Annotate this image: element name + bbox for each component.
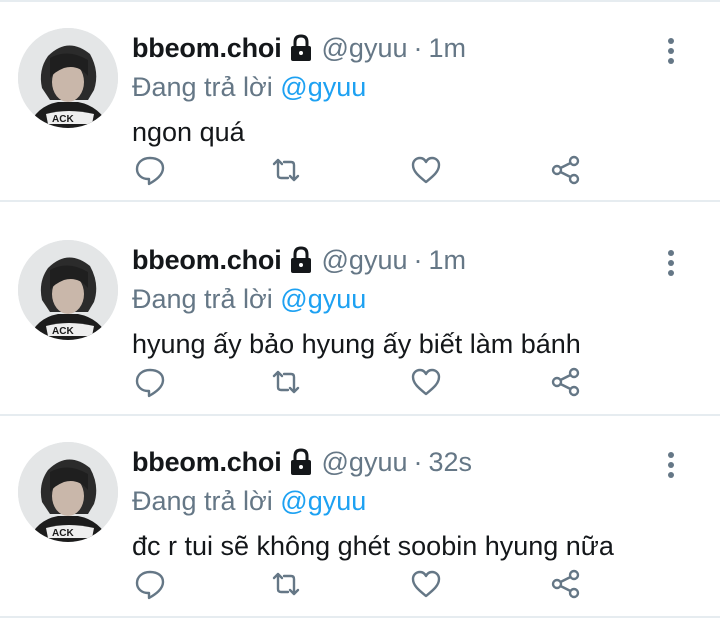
reply-icon[interactable] <box>134 568 166 600</box>
avatar[interactable]: ACK <box>18 240 118 340</box>
avatar-shirt-text: ACK <box>52 326 74 337</box>
tweet-feed: ACK bbeom.choi @gyuu · 1m Đang trả lời @… <box>0 0 720 625</box>
tweet-item[interactable]: ACK bbeom.choi @gyuu · 32s Đang trả lời <box>0 416 720 618</box>
share-icon[interactable] <box>550 568 582 600</box>
tweet-actions <box>132 366 592 402</box>
avatar[interactable]: ACK <box>18 28 118 128</box>
user-handle[interactable]: @gyuu <box>322 245 408 276</box>
timestamp[interactable]: 1m <box>428 33 466 64</box>
timestamp[interactable]: 32s <box>428 447 472 478</box>
lock-icon <box>288 34 314 62</box>
display-name[interactable]: bbeom.choi <box>132 33 282 64</box>
timestamp[interactable]: 1m <box>428 245 466 276</box>
replying-to: Đang trả lời @gyuu <box>132 68 660 106</box>
tweet-text: đc r tui sẽ không ghét soobin hyung nữa <box>132 531 614 561</box>
replying-to-label: Đang trả lời <box>132 486 273 516</box>
replying-to-label: Đang trả lời <box>132 284 273 314</box>
more-vertical-icon[interactable] <box>662 248 680 278</box>
retweet-icon[interactable] <box>270 366 302 398</box>
heart-icon[interactable] <box>410 568 442 600</box>
replying-to-label: Đang trả lời <box>132 72 273 102</box>
replying-to-handle[interactable]: @gyuu <box>280 486 366 516</box>
reply-icon[interactable] <box>134 154 166 186</box>
retweet-icon[interactable] <box>270 154 302 186</box>
retweet-icon[interactable] <box>270 568 302 600</box>
share-icon[interactable] <box>550 366 582 398</box>
share-icon[interactable] <box>550 154 582 186</box>
heart-icon[interactable] <box>410 154 442 186</box>
separator-dot: · <box>413 32 423 63</box>
reply-icon[interactable] <box>134 366 166 398</box>
user-handle[interactable]: @gyuu <box>322 33 408 64</box>
separator-dot: · <box>413 244 423 275</box>
avatar[interactable]: ACK <box>18 442 118 542</box>
more-vertical-icon[interactable] <box>662 36 680 66</box>
more-vertical-icon[interactable] <box>662 450 680 480</box>
tweet-text: hyung ấy bảo hyung ấy biết làm bánh <box>132 329 581 359</box>
tweet-item[interactable]: ACK bbeom.choi @gyuu · 1m Đang trả lời @… <box>0 214 720 416</box>
replying-to: Đang trả lời @gyuu <box>132 280 660 318</box>
tweet-header: bbeom.choi @gyuu · 32s <box>132 442 660 482</box>
avatar-shirt-text: ACK <box>52 528 74 539</box>
replying-to: Đang trả lời @gyuu <box>132 482 660 520</box>
tweet-content: bbeom.choi @gyuu · 1m Đang trả lời @gyuu… <box>132 28 660 154</box>
avatar-shirt-text: ACK <box>52 114 74 125</box>
tweet-content: bbeom.choi @gyuu · 32s Đang trả lời @gyu… <box>132 442 660 568</box>
display-name[interactable]: bbeom.choi <box>132 245 282 276</box>
tweet-header: bbeom.choi @gyuu · 1m <box>132 28 660 68</box>
display-name[interactable]: bbeom.choi <box>132 447 282 478</box>
heart-icon[interactable] <box>410 366 442 398</box>
replying-to-handle[interactable]: @gyuu <box>280 72 366 102</box>
replying-to-handle[interactable]: @gyuu <box>280 284 366 314</box>
separator-dot: · <box>413 446 423 477</box>
tweet-text: ngon quá <box>132 117 245 147</box>
tweet-content: bbeom.choi @gyuu · 1m Đang trả lời @gyuu… <box>132 240 660 366</box>
lock-icon <box>288 448 314 476</box>
tweet-item[interactable]: ACK bbeom.choi @gyuu · 1m Đang trả lời @… <box>0 0 720 202</box>
tweet-actions <box>132 154 592 190</box>
user-handle[interactable]: @gyuu <box>322 447 408 478</box>
tweet-header: bbeom.choi @gyuu · 1m <box>132 240 660 280</box>
tweet-actions <box>132 568 592 604</box>
lock-icon <box>288 246 314 274</box>
